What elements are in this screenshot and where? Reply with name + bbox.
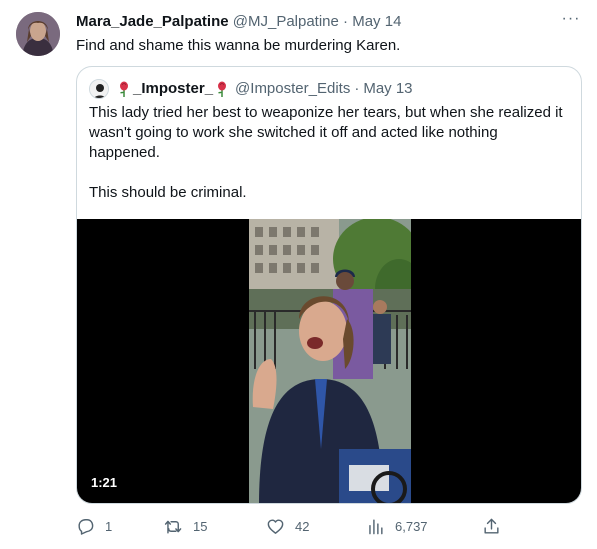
quoted-tweet-date[interactable]: May 13 — [363, 79, 412, 99]
quoted-tweet-header: _Imposter_ @Imposter_Edits · May 13 — [89, 79, 569, 99]
rose-emoji-icon — [215, 81, 229, 97]
author-handle[interactable]: @MJ_Palpatine — [233, 13, 339, 30]
reply-button[interactable]: 1 — [76, 512, 112, 540]
quoted-tweet-text: This lady tried her best to weaponize he… — [89, 103, 567, 203]
separator-dot: · — [354, 80, 360, 97]
separator-dot: · — [343, 13, 349, 30]
quoted-text-paragraph: This lady tried her best to weaponize he… — [89, 104, 563, 161]
video-duration-badge: 1:21 — [85, 473, 124, 493]
share-button[interactable] — [482, 512, 511, 540]
quoted-author-avatar[interactable] — [89, 79, 109, 99]
heart-icon — [267, 518, 284, 534]
quoted-text-paragraph: This should be criminal. — [89, 184, 247, 201]
author-name[interactable]: Mara_Jade_Palpatine — [76, 13, 229, 30]
tweet[interactable]: Mara_Jade_Palpatine @MJ_Palpatine · May … — [0, 0, 597, 549]
author-avatar[interactable] — [16, 12, 60, 56]
tweet-header: Mara_Jade_Palpatine @MJ_Palpatine · May … — [76, 12, 581, 32]
quoted-author-name[interactable]: _Imposter_ — [133, 79, 213, 99]
view-count: 6,737 — [395, 518, 428, 534]
quoted-tweet[interactable]: _Imposter_ @Imposter_Edits · May 13 This… — [76, 66, 582, 504]
tweet-date[interactable]: May 14 — [352, 13, 401, 30]
retweet-icon — [164, 520, 182, 534]
more-options-icon[interactable]: ··· — [559, 11, 583, 32]
share-icon — [484, 518, 499, 534]
tweet-text: Find and shame this wanna be murdering K… — [76, 37, 401, 54]
video-frame — [249, 219, 411, 503]
tweet-actions: 1 15 42 6,737 — [76, 512, 506, 540]
analytics-icon — [369, 518, 383, 534]
rose-emoji-icon — [117, 81, 131, 97]
retweet-count: 15 — [193, 518, 208, 534]
reply-icon — [78, 518, 94, 535]
like-count: 42 — [295, 518, 310, 534]
views-button[interactable]: 6,737 — [366, 512, 428, 540]
like-button[interactable]: 42 — [266, 512, 309, 540]
video-player[interactable]: 1:21 — [77, 219, 581, 503]
retweet-button[interactable]: 15 — [164, 512, 207, 540]
quoted-author-handle[interactable]: @Imposter_Edits — [235, 79, 350, 99]
reply-count: 1 — [105, 518, 113, 534]
